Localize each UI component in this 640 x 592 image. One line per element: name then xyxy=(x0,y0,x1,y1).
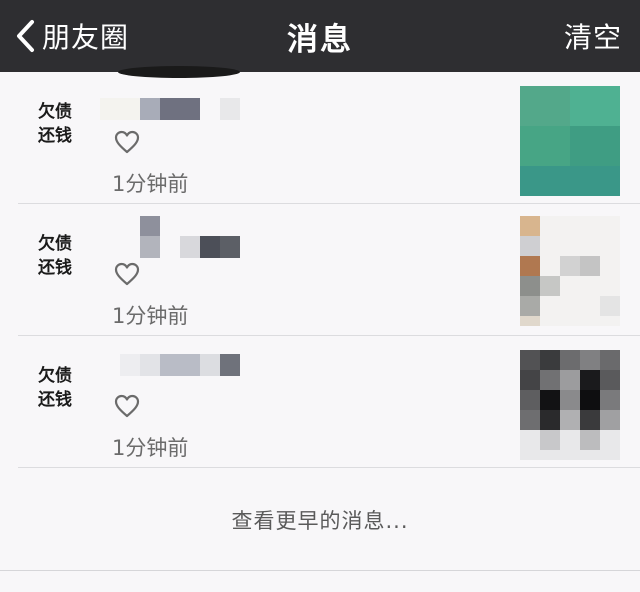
post-thumbnail[interactable] xyxy=(520,350,620,460)
post-thumbnail[interactable] xyxy=(520,216,620,326)
avatar-text: 欠债 xyxy=(38,366,72,386)
avatar-text: 还钱 xyxy=(38,258,72,278)
profile-photo-edge xyxy=(118,66,240,78)
avatar[interactable]: 欠债 还钱 xyxy=(26,232,84,280)
avatar-text: 欠债 xyxy=(38,234,72,254)
post-thumbnail[interactable] xyxy=(520,86,620,196)
message-time: 1分钟前 xyxy=(112,304,189,328)
blurred-username xyxy=(100,98,240,120)
message-time: 1分钟前 xyxy=(112,172,189,196)
message-row[interactable]: 欠债 还钱 1分钟前 xyxy=(0,336,640,468)
avatar-text: 欠债 xyxy=(38,102,72,122)
chevron-left-icon xyxy=(17,20,34,52)
avatar-text: 还钱 xyxy=(38,126,72,146)
message-row[interactable]: 欠债 还钱 1分钟前 xyxy=(0,204,640,336)
message-row[interactable]: 欠债 还钱 1分钟前 xyxy=(0,72,640,204)
blurred-username xyxy=(120,354,240,376)
heart-outline-icon xyxy=(114,394,140,418)
avatar[interactable]: 欠债 还钱 xyxy=(26,364,84,412)
blurred-username xyxy=(120,216,240,258)
divider xyxy=(0,570,640,571)
heart-outline-icon xyxy=(114,130,140,154)
heart-outline-icon xyxy=(114,262,140,286)
load-earlier-messages-button[interactable]: 查看更早的消息... xyxy=(0,470,640,570)
back-button[interactable]: 朋友圈 xyxy=(14,0,129,72)
divider xyxy=(18,467,640,468)
message-list: 欠债 还钱 1分钟前 欠债 还钱 1分钟前 欠债 还钱 1分钟前 xyxy=(0,72,640,468)
navbar: 朋友圈 消息 清空 xyxy=(0,0,640,72)
message-time: 1分钟前 xyxy=(112,436,189,460)
avatar-text: 还钱 xyxy=(38,390,72,410)
avatar[interactable]: 欠债 还钱 xyxy=(26,100,84,148)
clear-button[interactable]: 清空 xyxy=(564,0,622,72)
back-label: 朋友圈 xyxy=(42,21,130,54)
